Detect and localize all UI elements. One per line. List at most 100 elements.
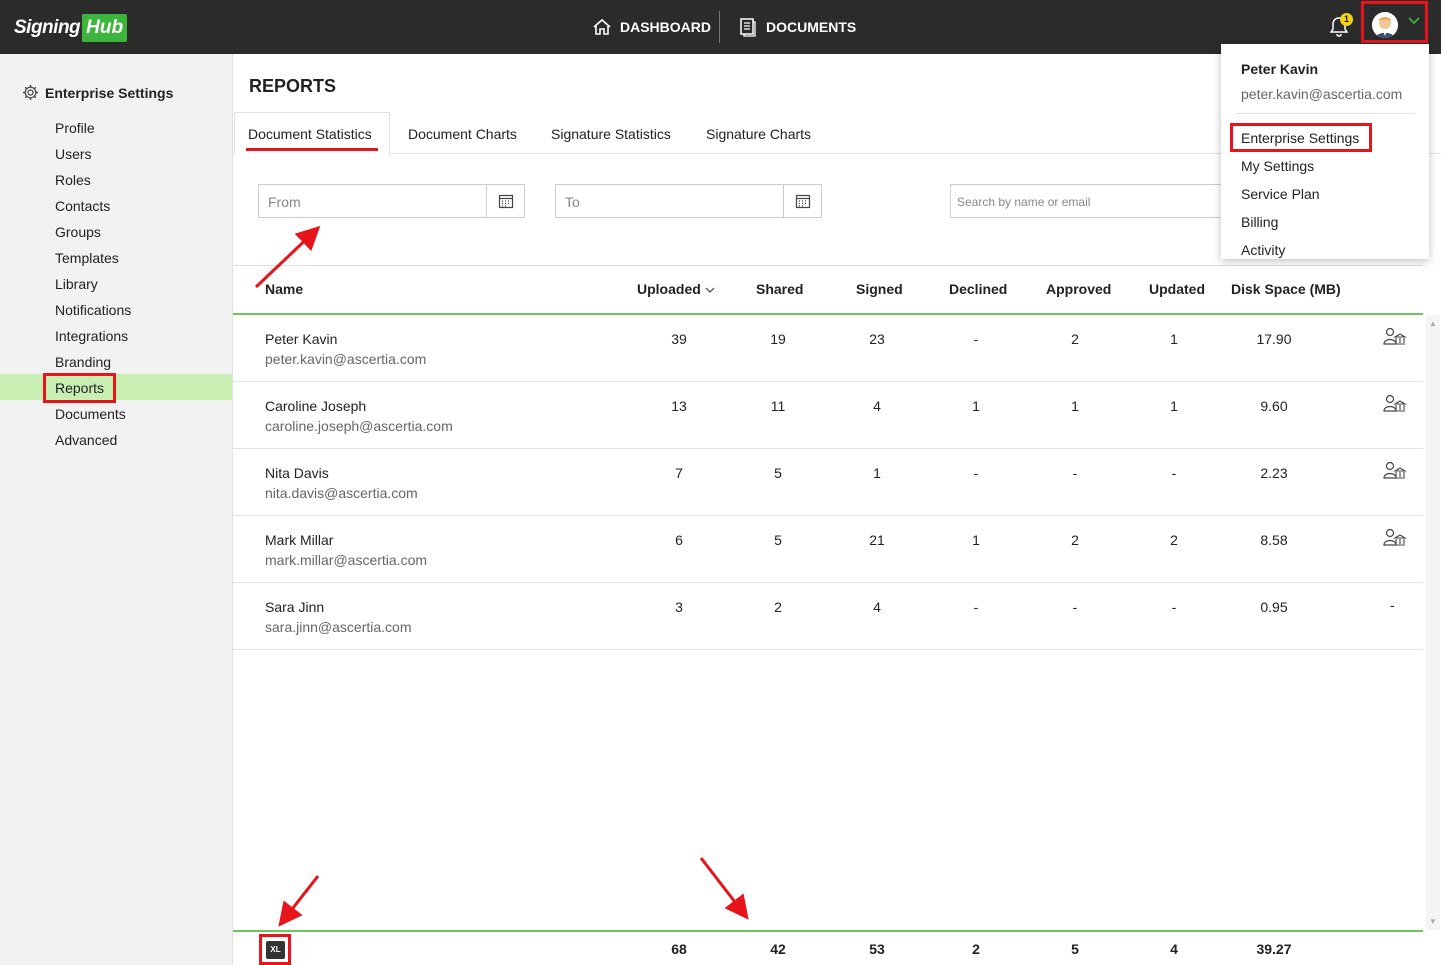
- user-admin-icon[interactable]: [1383, 327, 1407, 347]
- col-header-approved[interactable]: Approved: [1046, 281, 1111, 297]
- user-menu-toggle[interactable]: [1361, 1, 1428, 43]
- nav-dashboard[interactable]: DASHBOARD: [592, 0, 711, 54]
- sidebar-item-templates[interactable]: Templates: [55, 250, 119, 266]
- arrow-to-totals: [699, 857, 749, 920]
- table-row[interactable]: Caroline Joseph caroline.joseph@ascertia…: [233, 382, 1423, 449]
- col-header-shared[interactable]: Shared: [756, 281, 803, 297]
- totals-border: [233, 930, 1423, 932]
- to-date-field[interactable]: To: [555, 184, 822, 218]
- nav-documents[interactable]: DOCUMENTS: [738, 0, 856, 54]
- row-approved: -: [1072, 465, 1078, 481]
- from-calendar-button[interactable]: [486, 185, 524, 217]
- row-shared: 5: [774, 532, 782, 548]
- sidebar-item-profile[interactable]: Profile: [55, 120, 95, 136]
- sidebar-item-groups[interactable]: Groups: [55, 224, 101, 240]
- tab-document-charts[interactable]: Document Charts: [408, 126, 517, 142]
- col-header-signed[interactable]: Signed: [856, 281, 903, 297]
- calendar-icon: [498, 194, 513, 209]
- row-uploaded: 13: [671, 398, 687, 414]
- menu-item-activity[interactable]: Activity: [1241, 242, 1285, 258]
- row-shared: 19: [770, 331, 786, 347]
- row-name: Mark Millar: [265, 532, 334, 548]
- row-signed: 23: [869, 331, 885, 347]
- excel-icon: XL: [266, 941, 285, 959]
- row-updated: -: [1171, 465, 1177, 481]
- row-name: Caroline Joseph: [265, 398, 367, 414]
- row-updated: 1: [1170, 331, 1178, 347]
- row-updated: 2: [1170, 532, 1178, 548]
- col-header-updated[interactable]: Updated: [1149, 281, 1205, 297]
- user-admin-icon[interactable]: [1383, 394, 1407, 414]
- row-shared: 5: [774, 465, 782, 481]
- sidebar-title: Enterprise Settings: [45, 84, 174, 101]
- sidebar-item-branding[interactable]: Branding: [55, 354, 111, 370]
- table-top-border: [233, 265, 1423, 266]
- total-shared: 42: [770, 941, 786, 957]
- sidebar-item-users[interactable]: Users: [55, 146, 92, 162]
- row-uploaded: 3: [675, 599, 683, 615]
- table-row[interactable]: Nita Davis nita.davis@ascertia.com 7 5 1…: [233, 449, 1423, 516]
- table-row[interactable]: Peter Kavin peter.kavin@ascertia.com 39 …: [233, 315, 1423, 382]
- total-uploaded: 68: [671, 941, 687, 957]
- row-signed: 1: [873, 465, 881, 481]
- user-admin-icon[interactable]: [1383, 461, 1407, 481]
- row-approved: -: [1072, 599, 1078, 615]
- export-excel-button[interactable]: XL: [259, 934, 291, 965]
- row-email: nita.davis@ascertia.com: [265, 485, 418, 501]
- menu-item-my-settings[interactable]: My Settings: [1241, 158, 1314, 174]
- arrow-to-export-button: [278, 875, 320, 927]
- row-disk: 9.60: [1260, 398, 1288, 414]
- chevron-down-icon: [1408, 17, 1420, 25]
- row-name: Peter Kavin: [265, 331, 338, 347]
- row-email: sara.jinn@ascertia.com: [265, 619, 412, 635]
- menu-item-service-plan[interactable]: Service Plan: [1241, 186, 1320, 202]
- sidebar-item-documents[interactable]: Documents: [55, 406, 126, 422]
- menu-item-enterprise-settings[interactable]: Enterprise Settings: [1241, 130, 1359, 146]
- col-header-name[interactable]: Name: [265, 281, 303, 297]
- row-disk: 8.58: [1260, 532, 1288, 548]
- tab-document-statistics[interactable]: Document Statistics: [248, 126, 372, 142]
- row-shared: 11: [770, 398, 786, 414]
- scroll-up-icon[interactable]: ▲: [1429, 319, 1437, 328]
- row-declined: -: [973, 331, 979, 347]
- dropdown-user-name: Peter Kavin: [1241, 61, 1319, 77]
- sidebar-item-roles[interactable]: Roles: [55, 172, 91, 188]
- row-signed: 4: [873, 599, 881, 615]
- row-declined: -: [973, 465, 979, 481]
- arrow-to-from-field: [254, 225, 321, 289]
- avatar: [1372, 12, 1398, 38]
- table-row[interactable]: Sara Jinn sara.jinn@ascertia.com 3 2 4 -…: [233, 583, 1423, 650]
- row-signed: 4: [873, 398, 881, 414]
- sidebar-item-integrations[interactable]: Integrations: [55, 328, 128, 344]
- row-uploaded: 39: [671, 331, 687, 347]
- row-email: peter.kavin@ascertia.com: [265, 351, 427, 367]
- sidebar-item-advanced[interactable]: Advanced: [55, 432, 117, 448]
- sidebar-item-library[interactable]: Library: [55, 276, 98, 292]
- tab-signature-statistics[interactable]: Signature Statistics: [551, 126, 671, 142]
- tab-signature-charts[interactable]: Signature Charts: [706, 126, 811, 142]
- sidebar-item-notifications[interactable]: Notifications: [55, 302, 131, 318]
- col-header-uploaded[interactable]: Uploaded: [637, 281, 715, 297]
- row-action-none: -: [1390, 597, 1395, 613]
- scroll-down-icon[interactable]: ▼: [1429, 917, 1437, 926]
- to-calendar-button[interactable]: [783, 185, 821, 217]
- search-input[interactable]: Search by name or email: [950, 184, 1230, 218]
- row-approved: 2: [1071, 532, 1079, 548]
- col-header-declined[interactable]: Declined: [949, 281, 1007, 297]
- scrollbar[interactable]: ▲ ▼: [1426, 315, 1440, 930]
- menu-item-billing[interactable]: Billing: [1241, 214, 1278, 230]
- col-header-disk-space[interactable]: Disk Space (MB): [1231, 281, 1341, 297]
- gear-icon: [23, 85, 38, 100]
- signinghub-logo[interactable]: Signing Hub: [14, 12, 128, 43]
- table-row[interactable]: Mark Millar mark.millar@ascertia.com 6 5…: [233, 516, 1423, 583]
- reports-highlight-box: [43, 373, 116, 403]
- calendar-icon: [795, 194, 810, 209]
- row-declined: -: [973, 599, 979, 615]
- sidebar-item-contacts[interactable]: Contacts: [55, 198, 110, 214]
- total-declined: 2: [972, 941, 980, 957]
- row-email: caroline.joseph@ascertia.com: [265, 418, 453, 434]
- from-date-field[interactable]: From: [258, 184, 525, 218]
- row-disk: 0.95: [1260, 599, 1288, 615]
- total-approved: 5: [1071, 941, 1079, 957]
- user-admin-icon[interactable]: [1383, 528, 1407, 548]
